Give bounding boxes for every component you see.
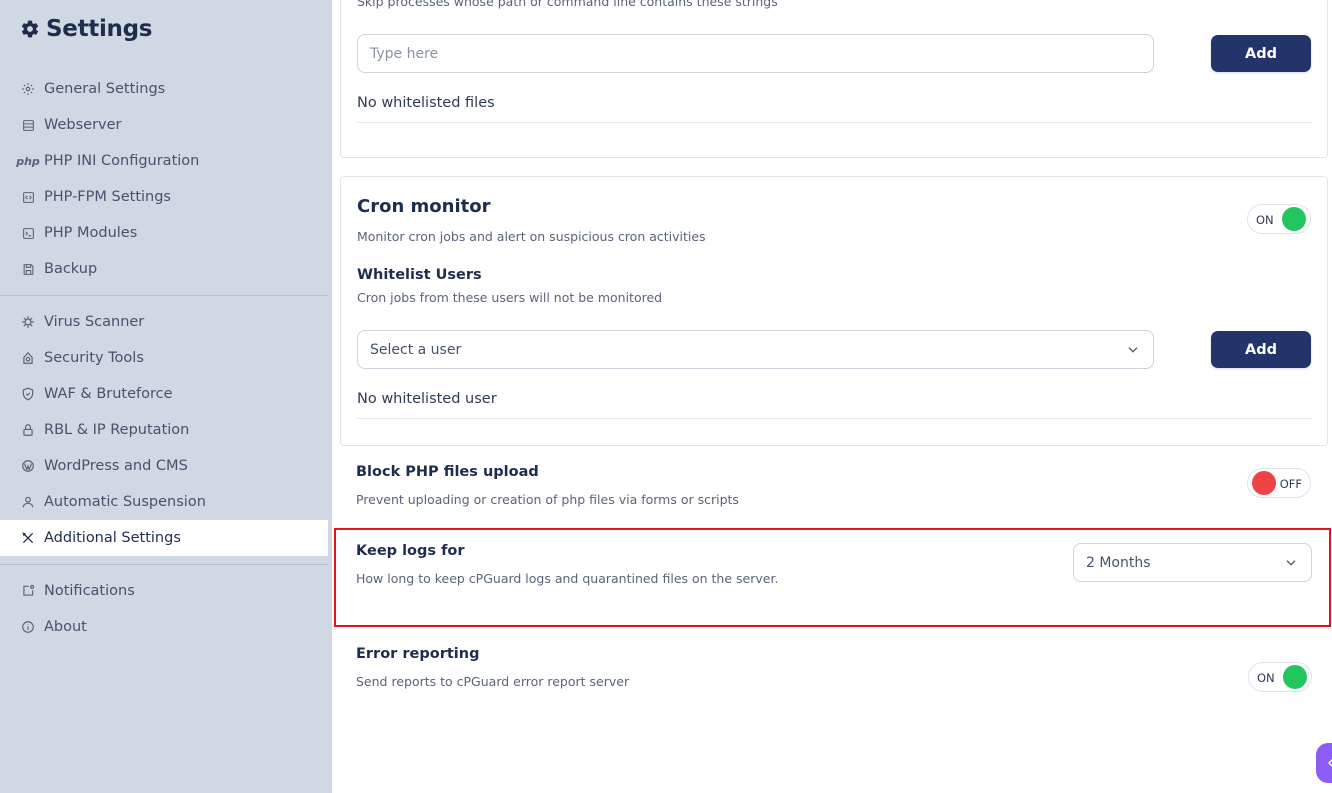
select-placeholder: Select a user: [370, 341, 462, 358]
cron-monitor-card: Cron monitor Monitor cron jobs and alert…: [340, 176, 1328, 446]
sidebar-item-php-modules[interactable]: PHP Modules: [0, 215, 328, 251]
php-icon: php: [16, 154, 40, 168]
sidebar-item-label: Virus Scanner: [44, 314, 145, 330]
code-window-icon: [20, 189, 36, 205]
sidebar-item-security-tools[interactable]: Security Tools: [0, 340, 328, 376]
process-string-input[interactable]: Type here: [357, 34, 1154, 73]
add-process-button[interactable]: Add: [1211, 35, 1311, 72]
whitelist-users-title: Whitelist Users: [357, 267, 482, 283]
settings-gear-icon: [21, 20, 39, 38]
shield-icon: [20, 386, 36, 402]
terminal-icon: [20, 225, 36, 241]
sidebar-item-rbl[interactable]: RBL & IP Reputation: [0, 412, 328, 448]
sidebar-item-label: PHP INI Configuration: [44, 153, 200, 169]
sidebar-item-general-settings[interactable]: General Settings: [0, 71, 328, 107]
toggle-label: OFF: [1279, 477, 1302, 491]
keep-logs-select[interactable]: 2 Months: [1073, 543, 1312, 582]
gear-outline-icon: [20, 81, 36, 97]
sidebar-item-wordpress[interactable]: WordPress and CMS: [0, 448, 328, 484]
sidebar-item-webserver[interactable]: Webserver: [0, 107, 328, 143]
tools-icon: [20, 530, 36, 546]
block-php-toggle[interactable]: OFF: [1247, 468, 1311, 498]
virus-icon: [20, 314, 36, 330]
process-empty-text: No whitelisted files: [357, 95, 495, 111]
sidebar-item-label: RBL & IP Reputation: [44, 422, 190, 438]
sidebar-item-label: Additional Settings: [44, 530, 181, 546]
toggle-label: ON: [1256, 213, 1274, 227]
chevron-down-icon: [1286, 560, 1296, 566]
sidebar-item-label: PHP-FPM Settings: [44, 189, 171, 205]
cron-empty-text: No whitelisted user: [357, 391, 497, 407]
sidebar-item-notifications[interactable]: Notifications: [0, 573, 328, 609]
sidebar-item-label: WAF & Bruteforce: [44, 386, 173, 402]
whitelist-users-description: Cron jobs from these users will not be m…: [357, 290, 663, 305]
block-php-description: Prevent uploading or creation of php fil…: [356, 492, 739, 507]
notification-icon: [20, 583, 36, 599]
sidebar-item-label: Backup: [44, 261, 98, 277]
keep-logs-description: How long to keep cPGuard logs and quaran…: [356, 571, 779, 586]
sidebar-item-backup[interactable]: Backup: [0, 251, 328, 287]
floppy-icon: [20, 261, 36, 277]
toggle-knob: [1282, 207, 1306, 231]
sidebar-item-label: WordPress and CMS: [44, 458, 188, 474]
sidebar-item-label: Notifications: [44, 583, 135, 599]
floating-action-button[interactable]: [1316, 743, 1332, 783]
sidebar: Settings General Settings Webserver php …: [0, 0, 332, 793]
divider: [357, 122, 1312, 123]
process-whitelist-description: Skip processes whose path or command lin…: [357, 0, 778, 9]
server-icon: [20, 117, 36, 133]
error-reporting-toggle[interactable]: ON: [1248, 662, 1312, 692]
keep-logs-title: Keep logs for: [356, 543, 465, 559]
add-user-button[interactable]: Add: [1211, 331, 1311, 368]
wordpress-icon: [20, 458, 36, 474]
sidebar-item-waf[interactable]: WAF & Bruteforce: [0, 376, 328, 412]
cron-monitor-description: Monitor cron jobs and alert on suspiciou…: [357, 229, 706, 244]
sidebar-title: Settings: [20, 16, 152, 42]
keep-logs-selected: 2 Months: [1086, 554, 1151, 571]
chevron-left-icon: [1327, 758, 1332, 768]
select-user-dropdown[interactable]: Select a user: [357, 330, 1154, 369]
sidebar-item-label: About: [44, 619, 87, 635]
toggle-knob: [1283, 665, 1307, 689]
toggle-label: ON: [1257, 671, 1275, 685]
sidebar-title-text: Settings: [46, 16, 153, 42]
sidebar-item-php-fpm[interactable]: PHP-FPM Settings: [0, 179, 328, 215]
sidebar-item-additional-settings[interactable]: Additional Settings: [0, 520, 328, 556]
process-whitelist-card: Skip processes whose path or command lin…: [340, 0, 1328, 158]
divider: [357, 418, 1312, 419]
error-reporting-description: Send reports to cPGuard error report ser…: [356, 674, 630, 689]
sidebar-divider: [0, 295, 328, 296]
cron-monitor-toggle[interactable]: ON: [1247, 204, 1311, 234]
toggle-knob: [1252, 471, 1276, 495]
sidebar-divider: [0, 564, 328, 565]
sidebar-item-label: Security Tools: [44, 350, 144, 366]
sidebar-item-label: Automatic Suspension: [44, 494, 206, 510]
block-php-title: Block PHP files upload: [356, 464, 539, 480]
user-icon: [20, 494, 36, 510]
error-reporting-title: Error reporting: [356, 646, 480, 662]
chevron-down-icon: [1128, 347, 1138, 353]
sidebar-item-label: PHP Modules: [44, 225, 138, 241]
cron-monitor-title: Cron monitor: [357, 196, 491, 217]
info-icon: [20, 619, 36, 635]
security-tools-icon: [20, 350, 36, 366]
sidebar-item-virus-scanner[interactable]: Virus Scanner: [0, 304, 328, 340]
sidebar-item-php-ini[interactable]: php PHP INI Configuration: [0, 143, 328, 179]
sidebar-item-label: General Settings: [44, 81, 166, 97]
sidebar-item-about[interactable]: About: [0, 609, 328, 645]
sidebar-item-automatic-suspension[interactable]: Automatic Suspension: [0, 484, 328, 520]
sidebar-item-label: Webserver: [44, 117, 122, 133]
lock-icon: [20, 422, 36, 438]
input-placeholder: Type here: [370, 45, 439, 62]
